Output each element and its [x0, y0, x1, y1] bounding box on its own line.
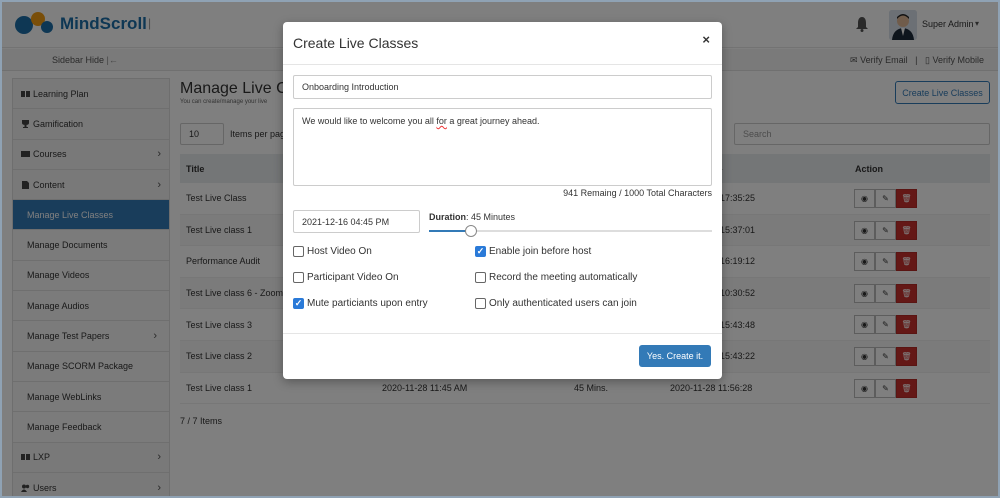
authenticated-users-checkbox[interactable]: Only authenticated users can join	[475, 298, 637, 309]
modal-divider	[283, 64, 722, 65]
app-frame: MindScroll | Super Admin ▾ Sidebar Hide …	[0, 0, 1000, 498]
checkbox-label: Only authenticated users can join	[489, 298, 637, 309]
modal-title: Create Live Classes	[293, 35, 419, 51]
character-count: 941 Remaing / 1000 Total Characters	[563, 188, 712, 198]
slider-thumb[interactable]	[465, 225, 478, 237]
description-text: We would like to welcome you all	[302, 116, 437, 126]
modal-footer-divider	[283, 333, 722, 334]
duration-slider[interactable]	[429, 225, 712, 237]
checkbox-box: ✓	[475, 246, 486, 257]
description-textarea[interactable]: We would like to welcome you all for a g…	[293, 108, 712, 186]
checkbox-label: Record the meeting automatically	[489, 272, 638, 283]
checkbox-box: ✓	[293, 298, 304, 309]
duration-label-key: Duration	[429, 212, 466, 222]
host-video-checkbox[interactable]: Host Video On	[293, 246, 372, 257]
create-live-class-modal: Create Live Classes × Onboarding Introdu…	[283, 22, 722, 379]
join-before-host-checkbox[interactable]: ✓ Enable join before host	[475, 246, 591, 257]
class-name-input[interactable]: Onboarding Introduction	[293, 75, 712, 99]
checkbox-label: Mute particiants upon entry	[307, 298, 428, 309]
participant-video-checkbox[interactable]: Participant Video On	[293, 272, 399, 283]
checkbox-box	[475, 298, 486, 309]
datetime-input[interactable]: 2021-12-16 04:45 PM	[293, 210, 420, 233]
mute-participants-checkbox[interactable]: ✓ Mute particiants upon entry	[293, 298, 428, 309]
duration-value: : 45 Minutes	[466, 212, 516, 222]
record-meeting-checkbox[interactable]: Record the meeting automatically	[475, 272, 637, 283]
checkbox-label: Host Video On	[307, 246, 372, 257]
spellcheck-word: for	[436, 116, 447, 126]
checkbox-box	[475, 272, 486, 283]
checkbox-label: Participant Video On	[307, 272, 399, 283]
description-text-end: a great journey ahead.	[446, 116, 540, 126]
create-button[interactable]: Yes. Create it.	[639, 345, 711, 367]
checkbox-label: Enable join before host	[489, 246, 592, 257]
checkbox-box	[293, 246, 304, 257]
checkbox-box	[293, 272, 304, 283]
close-icon[interactable]: ×	[702, 32, 710, 47]
duration-label: Duration: 45 Minutes	[429, 212, 515, 222]
